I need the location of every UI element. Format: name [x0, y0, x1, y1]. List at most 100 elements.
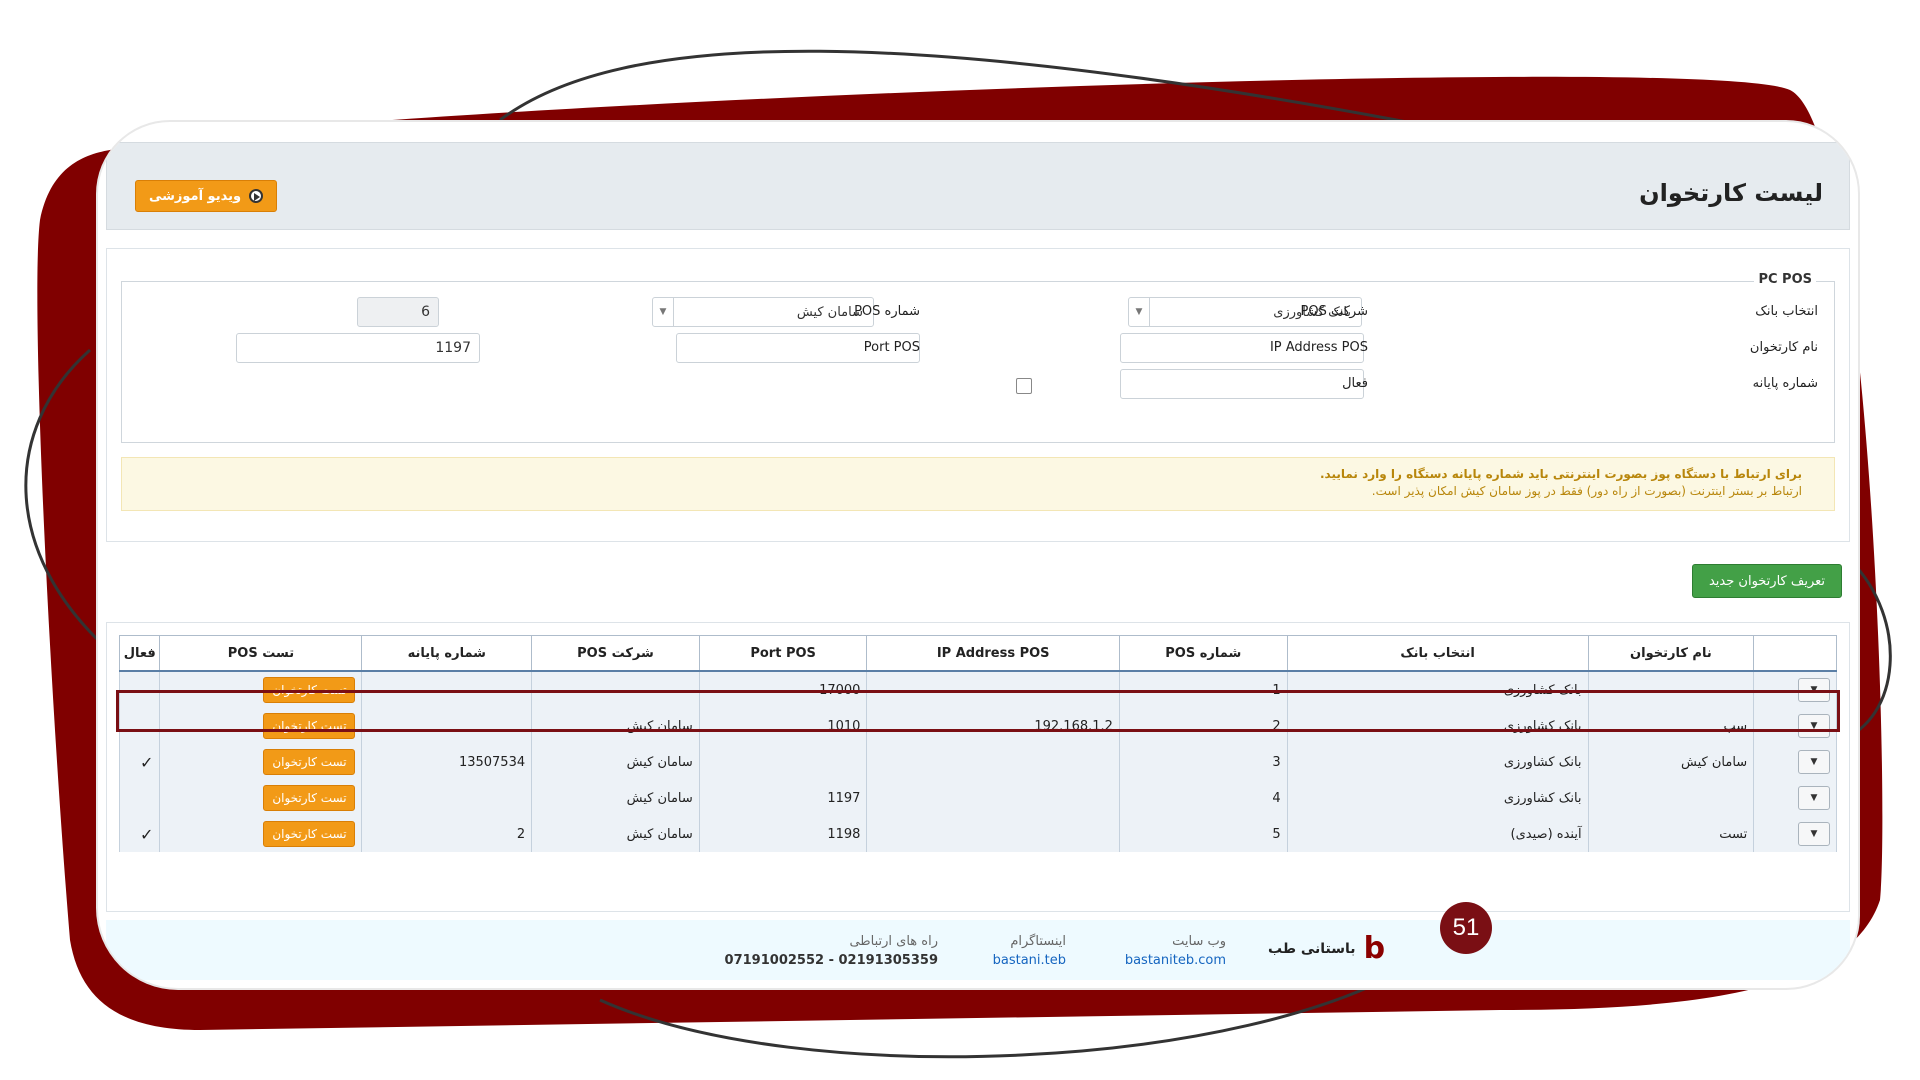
table-row: ▼ سامان کیش بانک کشاورزی 3 سامان کیش 135…: [118, 744, 1837, 780]
fieldset-legend: PC POS: [1754, 272, 1816, 287]
row-menu-button[interactable]: ▼: [1798, 678, 1830, 702]
col-header-test: تست POS: [159, 635, 363, 672]
cell-bank: بانک کشاورزی: [1286, 671, 1589, 708]
table-row: ▼ سپ بانک کشاورزی 2 192.168.1.2 1010 سام…: [118, 708, 1837, 744]
cell-port: 1197: [698, 780, 868, 816]
ip-label: IP Address POS: [1269, 340, 1368, 355]
col-header-ip[interactable]: IP Address POS: [866, 635, 1120, 672]
card-reader-table: نام کارتخوان انتخاب بانک شماره POS IP Ad…: [118, 635, 1837, 852]
active-checkbox[interactable]: [1016, 378, 1032, 394]
col-header-port[interactable]: Port POS: [698, 635, 868, 672]
cell-port: 1010: [698, 708, 868, 744]
cell-terminal: [361, 671, 533, 708]
cell-name: تست: [1587, 816, 1755, 852]
pos-company-label: شرکت POS: [1300, 304, 1368, 319]
col-header-name[interactable]: نام کارتخوان: [1587, 635, 1755, 672]
play-icon: [249, 189, 264, 203]
pc-pos-fieldset: PC POS انتخاب بانک بانک کشاورزی ▼ شرکت P…: [121, 272, 1835, 443]
bank-label: انتخاب بانک: [1755, 304, 1818, 319]
col-header-actions: [1753, 635, 1837, 672]
instagram-label: اینستاگرام: [1010, 934, 1066, 949]
footer-website: وب سایت bastaniteb.com: [1125, 932, 1226, 970]
video-tutorial-label: ویدیو آموزشی: [148, 188, 242, 204]
port-input[interactable]: 1197: [236, 333, 480, 363]
page-number-badge: 51: [1440, 902, 1492, 954]
footer-contact: راه های ارتباطی 07191002552 - 0219130535…: [725, 932, 938, 970]
cell-pos-number: 3: [1118, 744, 1288, 780]
cell-terminal: [361, 780, 533, 816]
table-header-row: نام کارتخوان انتخاب بانک شماره POS IP Ad…: [118, 635, 1837, 672]
cell-bank: آینده (صیدی): [1286, 816, 1589, 852]
pos-number-label: شماره POS: [854, 304, 920, 319]
cell-port: [698, 744, 868, 780]
col-header-company[interactable]: شرکت POS: [531, 635, 700, 672]
cell-active: [118, 780, 161, 816]
cell-terminal: 13507534: [361, 744, 533, 780]
cell-pos-number: 4: [1118, 780, 1288, 816]
cell-name: [1587, 671, 1755, 708]
instagram-link[interactable]: bastani.teb: [993, 951, 1066, 970]
cell-company: سامان کیش: [531, 708, 700, 744]
cell-ip: [866, 816, 1120, 852]
website-link[interactable]: bastaniteb.com: [1125, 951, 1226, 970]
pos-company-select[interactable]: سامان کیش ▼: [652, 297, 874, 327]
cell-pos-number: 1: [1118, 671, 1288, 708]
col-header-active[interactable]: فعال: [118, 635, 161, 672]
row-menu-button[interactable]: ▼: [1798, 786, 1830, 810]
app-screen: لیست کارتخوان ویدیو آموزشی PC POS انتخاب…: [98, 122, 1858, 988]
cell-port: 17000: [698, 671, 868, 708]
brand-b-icon: b: [1363, 931, 1386, 966]
terminal-input[interactable]: [1120, 369, 1364, 399]
notice-line-1: برای ارتباط با دستگاه پوز بصورت اینترنتی…: [1319, 467, 1802, 481]
cell-bank: بانک کشاورزی: [1286, 744, 1589, 780]
cell-pos-number: 2: [1118, 708, 1288, 744]
page-header: لیست کارتخوان ویدیو آموزشی: [106, 142, 1850, 230]
cell-company: سامان کیش: [531, 780, 700, 816]
cell-active: [118, 708, 161, 744]
video-tutorial-button[interactable]: ویدیو آموزشی: [135, 180, 277, 212]
test-card-reader-button[interactable]: تست کارتخوان: [263, 785, 356, 811]
row-menu-button[interactable]: ▼: [1798, 822, 1830, 846]
brand-name: باستانی طب: [1268, 941, 1356, 957]
table-row-highlighted: ▼ تست آینده (صیدی) 5 1198 سامان کیش 2 تس…: [118, 816, 1837, 852]
notice-line-2: ارتباط بر بستر اینترنت (بصورت از راه دور…: [1371, 484, 1802, 498]
test-card-reader-button[interactable]: تست کارتخوان: [263, 749, 356, 775]
card-reader-table-panel: نام کارتخوان انتخاب بانک شماره POS IP Ad…: [106, 622, 1850, 912]
cell-terminal: 2: [361, 816, 533, 852]
info-notice: برای ارتباط با دستگاه پوز بصورت اینترنتی…: [121, 457, 1835, 511]
cell-bank: بانک کشاورزی: [1286, 780, 1589, 816]
cell-ip: 192.168.1.2: [866, 708, 1120, 744]
table-row: ▼ بانک کشاورزی 4 1197 سامان کیش تست کارت…: [118, 780, 1837, 816]
test-card-reader-button[interactable]: تست کارتخوان: [263, 713, 356, 739]
contact-phones: 07191002552 - 02191305359: [724, 953, 938, 968]
add-card-reader-button[interactable]: تعریف کارتخوان جدید: [1692, 564, 1842, 598]
website-label: وب سایت: [1172, 934, 1226, 949]
terminal-label: شماره پایانه: [1752, 376, 1818, 391]
cell-ip: [866, 780, 1120, 816]
pos-number-input[interactable]: 6: [357, 297, 439, 327]
col-header-terminal[interactable]: شماره پایانه: [361, 635, 533, 672]
brand-logo: b باستانی طب: [1268, 934, 1385, 964]
cell-company: سامان کیش: [531, 744, 700, 780]
cell-bank: بانک کشاورزی: [1286, 708, 1589, 744]
cell-ip: [866, 744, 1120, 780]
test-card-reader-button[interactable]: تست کارتخوان: [263, 821, 356, 847]
cell-pos-number: 5: [1118, 816, 1288, 852]
cell-name: سامان کیش: [1587, 744, 1755, 780]
test-card-reader-button[interactable]: تست کارتخوان: [263, 677, 356, 703]
row-menu-button[interactable]: ▼: [1798, 750, 1830, 774]
table-row: ▼ بانک کشاورزی 1 17000 تست کارتخوان: [118, 671, 1837, 708]
cell-company: سامان کیش: [531, 816, 700, 852]
cell-name: [1587, 780, 1755, 816]
dropdown-arrow-icon: ▼: [1129, 298, 1150, 326]
cell-active: [118, 671, 161, 708]
row-menu-button[interactable]: ▼: [1798, 714, 1830, 738]
reader-name-label: نام کارتخوان: [1749, 340, 1818, 355]
footer: b باستانی طب وب سایت bastaniteb.com اینس…: [106, 920, 1850, 980]
port-label: Port POS: [863, 340, 920, 355]
col-header-pos-number[interactable]: شماره POS: [1118, 635, 1288, 672]
cell-terminal: [361, 708, 533, 744]
col-header-bank[interactable]: انتخاب بانک: [1286, 635, 1589, 672]
cell-company: [531, 671, 700, 708]
active-label: فعال: [1342, 376, 1368, 391]
